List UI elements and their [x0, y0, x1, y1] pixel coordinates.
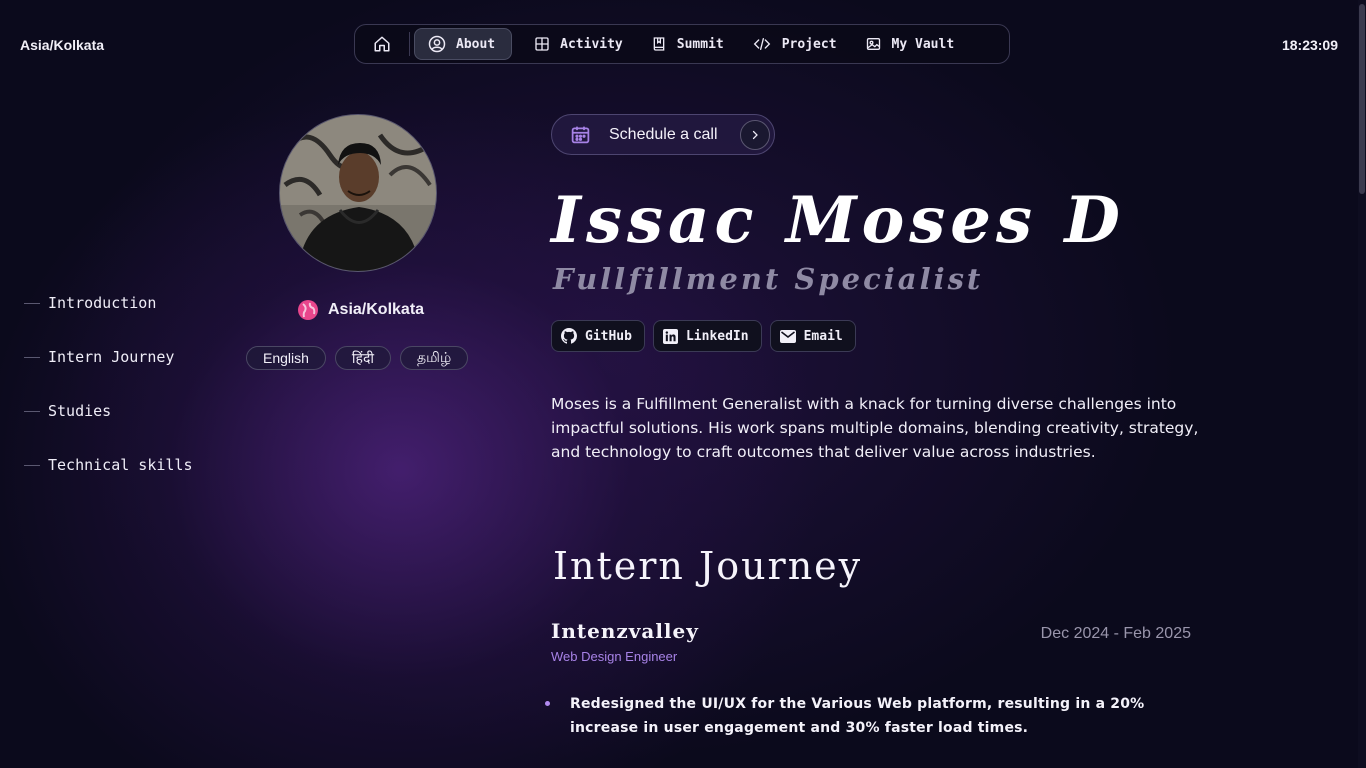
code-icon: [753, 38, 771, 50]
toc-dash: [24, 410, 40, 412]
top-nav: About Activity Summit Project My Vault: [354, 24, 1010, 64]
nav-item-label: My Vault: [891, 36, 955, 52]
mail-icon: [779, 329, 796, 343]
nav-item-about[interactable]: About: [414, 28, 513, 60]
nav-item-label: Project: [781, 36, 837, 52]
github-label: GitHub: [585, 328, 632, 344]
schedule-call-label: Schedule a call: [609, 125, 718, 143]
profile-location: Asia/Kolkata: [298, 300, 424, 320]
home-icon: [374, 36, 390, 52]
grid-icon: [535, 37, 549, 51]
toc-dash: [24, 464, 40, 466]
language-tamil-button[interactable]: தமிழ்: [400, 346, 469, 370]
github-link[interactable]: GitHub: [551, 320, 645, 352]
chevron-right-icon: [740, 119, 770, 150]
scrollbar-thumb[interactable]: [1359, 4, 1365, 194]
header-clock: 18:23:09: [1281, 37, 1338, 53]
calendar-icon: [571, 126, 590, 144]
profile-location-label: Asia/Kolkata: [328, 301, 425, 318]
toc-dash: [24, 302, 40, 304]
hero-name: Issac Moses D: [551, 183, 1125, 258]
book-icon: [653, 37, 665, 51]
email-link[interactable]: Email: [769, 320, 856, 352]
experience-dates: Dec 2024 - Feb 2025: [1040, 625, 1191, 642]
bullet-text: Redesigned the UI/UX for the Various Web…: [570, 696, 1145, 736]
hero-role: Fullfillment Specialist: [553, 262, 984, 296]
nav-divider: [409, 32, 410, 56]
linkedin-link[interactable]: LinkedIn: [652, 320, 762, 352]
nav-item-summit[interactable]: Summit: [637, 28, 738, 60]
social-links: GitHub LinkedIn Email: [551, 320, 856, 352]
hero-bio: Moses is a Fulfillment Generalist with a…: [551, 395, 1199, 461]
schedule-call-button[interactable]: Schedule a call: [551, 114, 775, 155]
experience-bullets: Redesigned the UI/UX for the Various Web…: [545, 692, 1201, 740]
nav-item-activity[interactable]: Activity: [520, 28, 637, 60]
nav-item-label: Summit: [676, 36, 724, 52]
user-circle-icon: [428, 35, 446, 53]
nav-item-label: About: [456, 36, 496, 52]
bullet-dot: [545, 701, 550, 706]
email-label: Email: [803, 328, 843, 344]
language-english-button[interactable]: English: [246, 346, 326, 370]
toc-item-intern-journey[interactable]: Intern Journey: [24, 346, 193, 368]
avatar: [279, 114, 437, 272]
nav-item-vault[interactable]: My Vault: [851, 28, 969, 60]
list-item: Redesigned the UI/UX for the Various Web…: [545, 692, 1201, 740]
language-switcher: English हिंदी தமிழ்: [246, 346, 469, 370]
toc-dash: [24, 356, 40, 358]
language-hindi-button[interactable]: हिंदी: [334, 346, 392, 370]
github-icon: [561, 328, 577, 344]
toc-item-label: Intern Journey: [48, 348, 175, 366]
experience-role: Web Design Engineer: [551, 649, 678, 664]
toc-item-label: Studies: [48, 402, 112, 420]
table-of-contents: Introduction Intern Journey Studies Tech…: [24, 292, 193, 508]
nav-item-project[interactable]: Project: [738, 28, 851, 60]
linkedin-icon: [662, 328, 678, 344]
toc-item-introduction[interactable]: Introduction: [24, 292, 193, 314]
nav-item-label: Activity: [560, 36, 623, 52]
experience-company: Intenzvalley: [551, 619, 699, 643]
section-title-intern-journey: Intern Journey: [553, 544, 863, 588]
image-icon: [866, 38, 880, 50]
nav-home-button[interactable]: [361, 28, 403, 60]
toc-item-label: Technical skills: [48, 456, 193, 474]
header-timezone: Asia/Kolkata: [20, 37, 105, 53]
scrollbar[interactable]: [1358, 0, 1366, 768]
page: Asia/Kolkata 18:23:09 About Activity Sum…: [0, 0, 1366, 768]
avatar-photo: [280, 115, 436, 271]
linkedin-label: LinkedIn: [685, 328, 749, 344]
globe-icon: [298, 300, 318, 320]
toc-item-technical-skills[interactable]: Technical skills: [24, 454, 193, 476]
toc-item-studies[interactable]: Studies: [24, 400, 193, 422]
toc-item-label: Introduction: [48, 294, 157, 312]
